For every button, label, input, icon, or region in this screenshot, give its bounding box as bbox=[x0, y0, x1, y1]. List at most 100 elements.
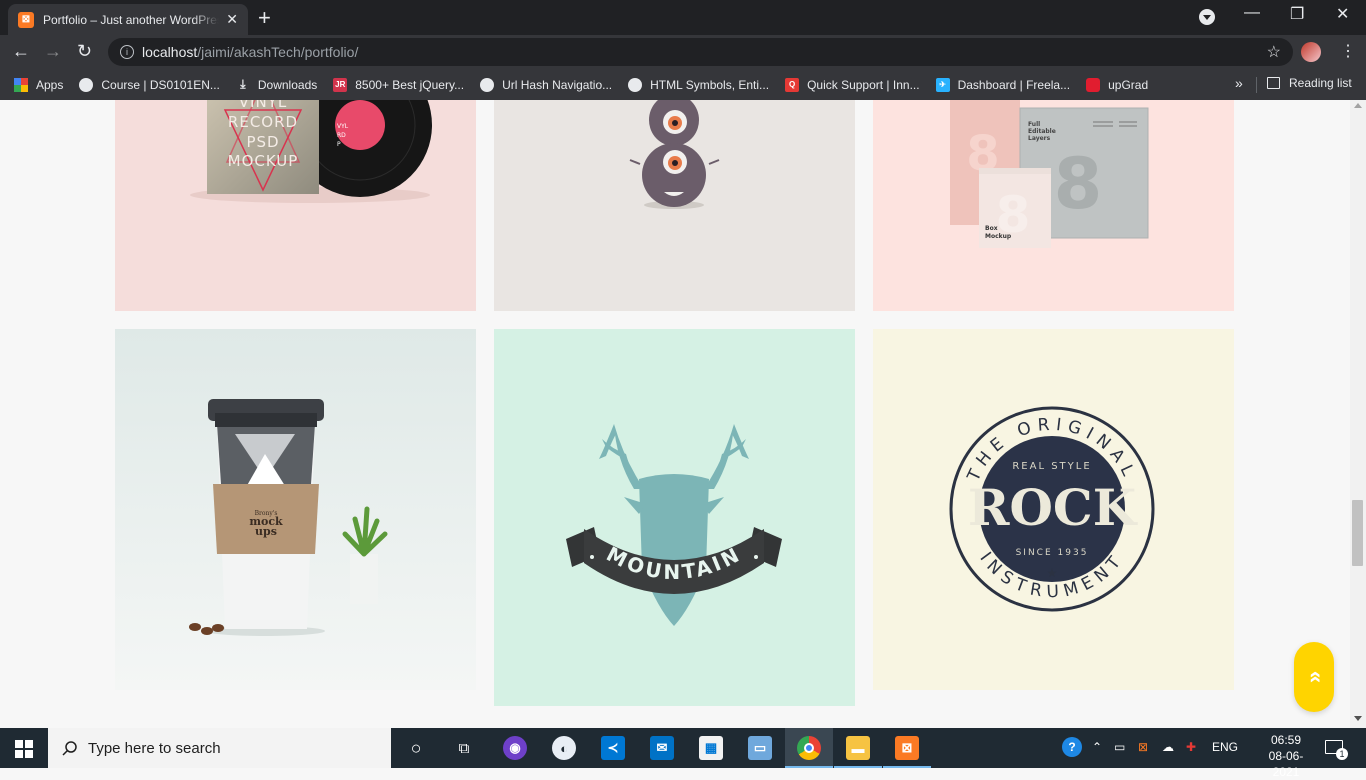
reading-list-button[interactable]: Reading list bbox=[1267, 76, 1352, 90]
quick-support-icon: Q bbox=[785, 77, 800, 92]
windows-taskbar: Type here to search ○ ⧉ ◉ ◐ ≺ ✉ ▦ ▭ ▬ ⊠ … bbox=[0, 728, 1366, 779]
mountain-deer-logo: MOUNTAIN bbox=[566, 424, 782, 626]
reading-list-icon bbox=[1267, 77, 1280, 89]
apps-grid-icon bbox=[14, 77, 28, 92]
notification-badge: 1 bbox=[1336, 748, 1348, 760]
bookmark-dashboard[interactable]: ✈ Dashboard | Freela... bbox=[935, 77, 1070, 92]
new-tab-icon[interactable]: + bbox=[258, 5, 271, 31]
bookmark-url-hash[interactable]: Url Hash Navigatio... bbox=[480, 77, 612, 92]
search-icon bbox=[62, 741, 77, 756]
bookmarks-divider bbox=[1256, 77, 1257, 93]
bookmark-star-icon[interactable]: ☆ bbox=[1267, 42, 1281, 62]
more-bookmarks-icon[interactable]: » bbox=[1235, 75, 1243, 91]
tab-portfolio[interactable]: ⊠ Portfolio – Just another WordPress sit… bbox=[8, 4, 248, 35]
sleeve-line-2: RECORD bbox=[228, 113, 298, 131]
taskbar-search-box[interactable]: Type here to search bbox=[48, 728, 391, 768]
cortana-icon[interactable]: ○ bbox=[404, 736, 428, 760]
clock-time: 06:59 bbox=[1270, 733, 1302, 747]
sleeve-ups: ups bbox=[255, 525, 277, 538]
sleeve-line-1: VINYL bbox=[239, 100, 287, 111]
tab-search-icon[interactable] bbox=[1199, 9, 1215, 25]
scrollbar-thumb[interactable] bbox=[1352, 500, 1363, 566]
whatsapp-icon[interactable]: ◐ bbox=[552, 736, 576, 760]
globe-icon bbox=[480, 77, 495, 92]
small-box-line-1: Box bbox=[985, 225, 998, 232]
help-tray-icon[interactable]: ? bbox=[1062, 737, 1082, 757]
minimize-icon[interactable]: — bbox=[1244, 4, 1260, 22]
bookmark-course[interactable]: Course | DS0101EN... bbox=[79, 77, 220, 92]
page-viewport: VINYL RECORD PSD MOCKUP VYL RD P 8 Full … bbox=[0, 100, 1350, 728]
bookmark-jquery[interactable]: JR 8500+ Best jQuery... bbox=[333, 77, 464, 92]
file-transfer-icon[interactable]: ▭ bbox=[748, 736, 772, 760]
restore-icon[interactable]: ❐ bbox=[1290, 4, 1304, 24]
reload-icon[interactable]: ↻ bbox=[77, 41, 92, 62]
deer-head bbox=[599, 424, 749, 626]
sleeve-line-4: MOCKUP bbox=[228, 152, 299, 170]
coffee-cup-image: Brony's mock ups bbox=[115, 329, 476, 690]
battery-icon[interactable]: ▭ bbox=[1114, 740, 1125, 754]
bookmark-html-symbols[interactable]: HTML Symbols, Enti... bbox=[628, 77, 769, 92]
grey-box-line-3: Layers bbox=[1028, 135, 1051, 142]
search-placeholder: Type here to search bbox=[88, 739, 221, 757]
address-bar[interactable]: i localhost/jaimi/akashTech/portfolio/ ☆ bbox=[108, 38, 1293, 66]
double-chevron-up-icon: » bbox=[1301, 670, 1326, 684]
clock-date: 08-06-2021 bbox=[1268, 749, 1304, 779]
profile-avatar[interactable] bbox=[1301, 42, 1321, 62]
browser-toolbar: ← → ↻ i localhost/jaimi/akashTech/portfo… bbox=[0, 35, 1366, 69]
scroll-down-arrow-icon[interactable] bbox=[1354, 716, 1362, 721]
badge-star-icon: ★ bbox=[1047, 566, 1058, 580]
more-menu-icon[interactable]: ⋮ bbox=[1340, 41, 1356, 61]
tab-title: Portfolio – Just another WordPress site bbox=[43, 12, 219, 27]
store-icon[interactable]: ▦ bbox=[699, 736, 723, 760]
grey-box-line-1: Full bbox=[1028, 121, 1040, 128]
scroll-up-arrow-icon[interactable] bbox=[1354, 103, 1362, 108]
back-icon[interactable]: ← bbox=[12, 41, 30, 62]
file-explorer-icon[interactable]: ▬ bbox=[846, 736, 870, 760]
url-text[interactable]: localhost/jaimi/akashTech/portfolio/ bbox=[142, 44, 358, 60]
xampp-icon: ⊠ bbox=[18, 11, 34, 28]
vscode-icon[interactable]: ≺ bbox=[601, 736, 625, 760]
badge-style-text: REAL STYLE bbox=[1012, 461, 1091, 472]
badge-since-text: SINCE 1935 bbox=[1016, 548, 1089, 558]
forward-icon[interactable]: → bbox=[44, 41, 62, 62]
box-mockup-image: 8 Full Editable Layers 8 8 Box Mockup bbox=[950, 100, 1149, 248]
globe-icon bbox=[628, 77, 643, 92]
site-info-icon[interactable]: i bbox=[120, 45, 134, 59]
xampp-tray-icon[interactable]: ⊠ bbox=[1138, 740, 1148, 754]
bookmark-apps[interactable]: Apps bbox=[14, 77, 63, 92]
system-clock[interactable]: 06:59 08-06-2021 bbox=[1256, 732, 1316, 780]
windows-start-icon[interactable] bbox=[15, 740, 33, 758]
page-scrollbar[interactable] bbox=[1350, 100, 1366, 728]
bookmark-downloads[interactable]: ⤓ Downloads bbox=[236, 77, 317, 92]
mail-icon[interactable]: ✉ bbox=[650, 736, 674, 760]
disc-label-3: P bbox=[337, 141, 341, 148]
download-icon: ⤓ bbox=[240, 77, 246, 91]
portfolio-item-coffee-cup[interactable]: Brony's mock ups bbox=[115, 329, 476, 690]
language-indicator[interactable]: ENG bbox=[1212, 740, 1238, 754]
chrome-icon[interactable] bbox=[797, 736, 821, 760]
close-tab-icon[interactable]: ✕ bbox=[226, 11, 238, 28]
jr-icon: JR bbox=[333, 77, 348, 92]
upgrad-icon bbox=[1086, 77, 1101, 92]
grey-box-number: 8 bbox=[1054, 143, 1103, 225]
show-hidden-icons[interactable]: ⌃ bbox=[1092, 740, 1102, 754]
portfolio-item-monster[interactable] bbox=[494, 100, 855, 311]
grey-box-line-2: Editable bbox=[1028, 128, 1056, 135]
task-view-icon[interactable]: ⧉ bbox=[452, 736, 476, 760]
bookmark-upgrad[interactable]: upGrad bbox=[1086, 77, 1148, 92]
onedrive-icon[interactable]: ☁ bbox=[1162, 740, 1174, 754]
bookmark-quick-support[interactable]: Q Quick Support | Inn... bbox=[785, 77, 920, 92]
close-window-icon[interactable]: ✕ bbox=[1336, 4, 1349, 24]
portfolio-item-box-mockup[interactable]: 8 Full Editable Layers 8 8 Box Mockup bbox=[873, 100, 1234, 311]
github-desktop-icon[interactable]: ◉ bbox=[503, 736, 527, 760]
monster-illustration bbox=[629, 100, 720, 209]
badge-main-text: ROCK bbox=[968, 478, 1138, 537]
portfolio-item-rock-badge[interactable]: THE ORIGINAL INSTRUMENT REAL STYLE ROCK … bbox=[873, 329, 1234, 690]
network-icon[interactable]: ✚ bbox=[1186, 740, 1196, 754]
portfolio-item-vinyl-record[interactable]: VINYL RECORD PSD MOCKUP VYL RD P bbox=[115, 100, 476, 311]
scroll-to-top-button[interactable]: » bbox=[1294, 642, 1334, 712]
portfolio-item-mountain-logo[interactable]: MOUNTAIN bbox=[494, 329, 855, 706]
xampp-taskbar-icon[interactable]: ⊠ bbox=[895, 736, 919, 760]
tab-strip: ⊠ Portfolio – Just another WordPress sit… bbox=[0, 0, 1366, 35]
small-box-line-2: Mockup bbox=[985, 233, 1012, 240]
